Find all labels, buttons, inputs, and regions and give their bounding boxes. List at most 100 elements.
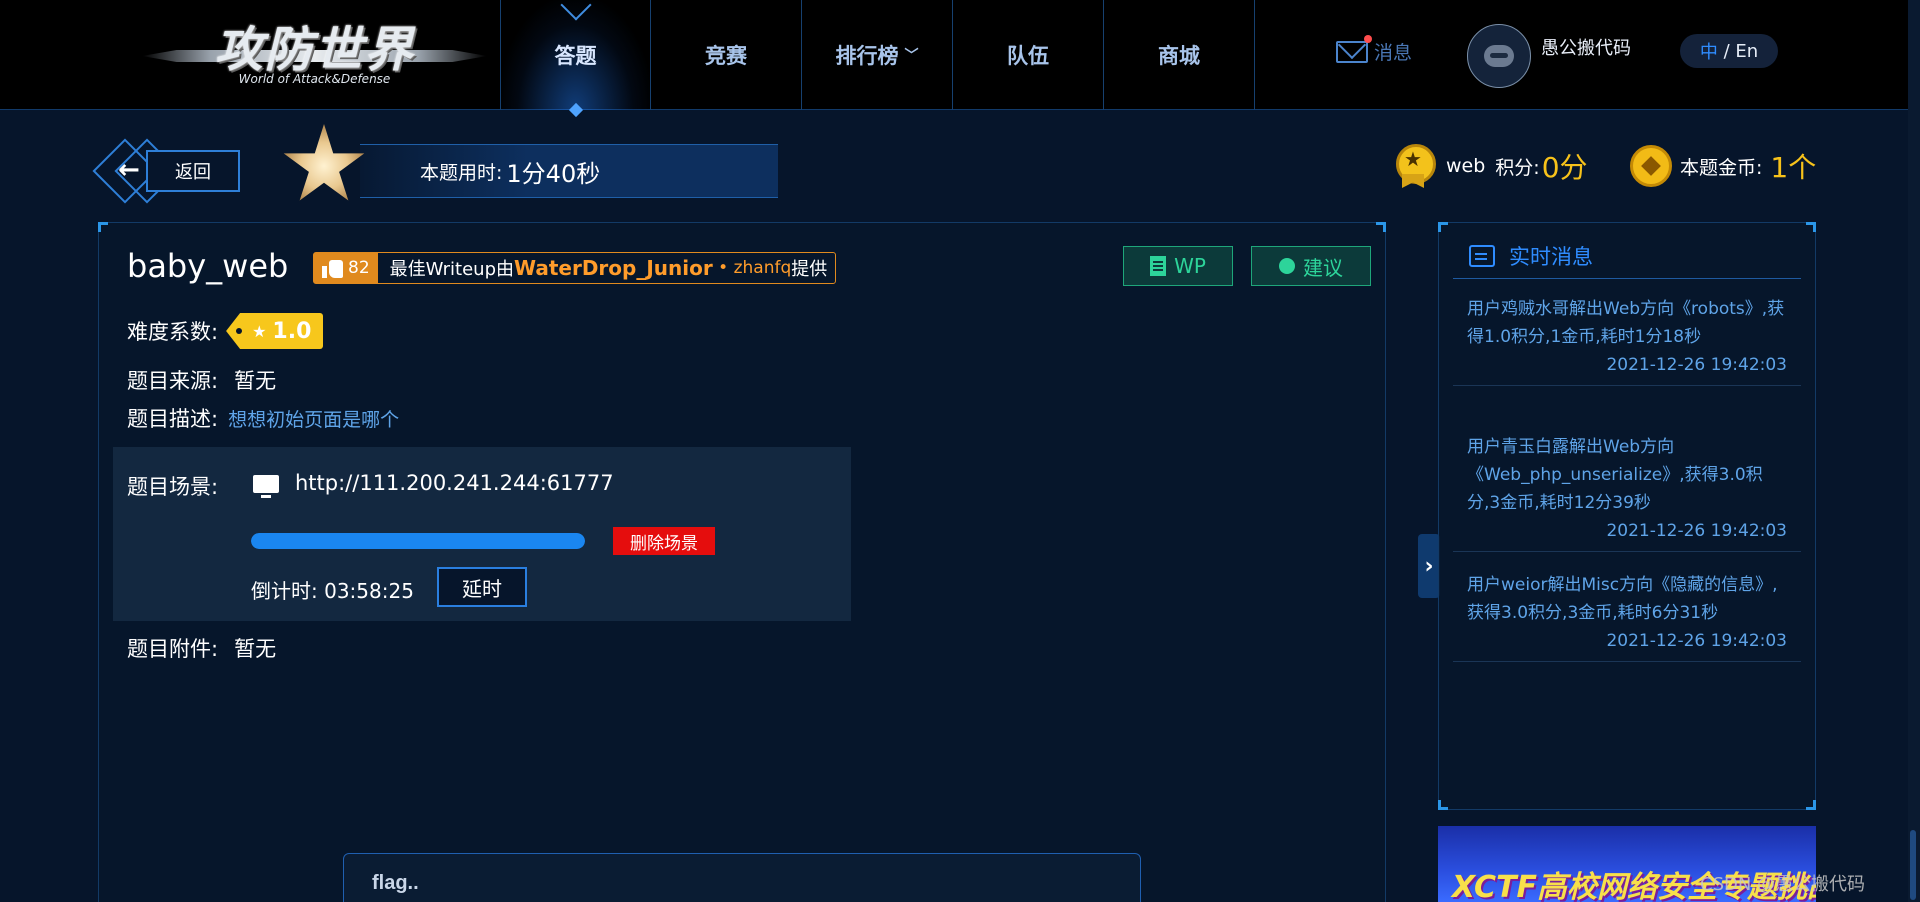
source-label: 题目来源: bbox=[127, 369, 219, 393]
difficulty-row: 难度系数: ★ 1.0 bbox=[127, 313, 324, 349]
corner-decoration bbox=[1376, 222, 1386, 232]
scene-progress-bar bbox=[251, 533, 585, 549]
logo-subtitle: World of Attack&Defense bbox=[238, 72, 391, 86]
countdown: 倒计时: 03:58:25 bbox=[251, 575, 414, 604]
nav-item-label: 排行榜 bbox=[835, 44, 899, 68]
medal-icon bbox=[1394, 144, 1436, 188]
lightbulb-icon bbox=[1279, 258, 1295, 274]
like-count: 82 bbox=[348, 258, 370, 278]
nav-item-competition[interactable]: 竞赛 bbox=[651, 0, 802, 110]
attachment-value: 暂无 bbox=[234, 637, 277, 661]
time-used-bar: 本题用时: 1分40秒 bbox=[360, 144, 778, 198]
username: 愚公搬代码 bbox=[1541, 38, 1631, 59]
lang-separator: / bbox=[1717, 40, 1736, 62]
news-text: 用户青玉白露解出Web方向《Web_php_unserialize》,获得3.0… bbox=[1467, 437, 1763, 513]
suggest-button[interactable]: 建议 bbox=[1251, 246, 1371, 286]
time-used-value: 1分40秒 bbox=[506, 159, 601, 188]
arrow-left-icon: ← bbox=[118, 155, 140, 185]
avatar[interactable] bbox=[1467, 24, 1531, 88]
main-nav: 答题 竞赛 排行榜 ﹀ 队伍 商城 bbox=[500, 0, 1255, 110]
nav-item-answer[interactable]: 答题 bbox=[500, 0, 651, 110]
countdown-value: 03:58:25 bbox=[324, 579, 414, 603]
news-header: 实时消息 bbox=[1453, 233, 1801, 279]
score-label: 积分: bbox=[1495, 156, 1540, 179]
best-writeup-banner[interactable]: 82 最佳Writeup由 WaterDrop_Junior • zhanfq … bbox=[313, 252, 837, 284]
writeup-separator: • bbox=[712, 258, 734, 278]
delay-button[interactable]: 延时 bbox=[437, 567, 527, 607]
collapse-panel-toggle[interactable]: › bbox=[1418, 534, 1440, 598]
news-time: 2021-12-26 19:42:03 bbox=[1606, 631, 1787, 651]
nav-item-shop[interactable]: 商城 bbox=[1104, 0, 1255, 110]
logo-title: 攻防世界 bbox=[214, 22, 415, 78]
document-icon bbox=[1150, 256, 1167, 276]
top-nav-bar: 攻防世界 World of Attack&Defense 答题 竞赛 排行榜 ﹀… bbox=[0, 0, 1920, 110]
page-scrollbar[interactable] bbox=[1908, 0, 1920, 902]
site-logo[interactable]: 攻防世界 World of Attack&Defense bbox=[142, 18, 487, 92]
wp-label: WP bbox=[1174, 254, 1206, 278]
suggest-label: 建议 bbox=[1303, 255, 1343, 280]
news-item: 用户weior解出Misc方向《隐藏的信息》,获得3.0积分,3金币,耗时6分3… bbox=[1453, 557, 1801, 662]
active-indicator-icon bbox=[559, 0, 592, 21]
task-panel: baby_web 82 最佳Writeup由 WaterDrop_Junior … bbox=[98, 222, 1386, 902]
nav-item-label: 答题 bbox=[554, 44, 597, 68]
thumbs-up-icon bbox=[322, 258, 344, 278]
attachment-row: 题目附件: 暂无 bbox=[127, 633, 276, 663]
countdown-label: 倒计时: bbox=[251, 579, 318, 603]
coin-value: 1个 bbox=[1770, 151, 1817, 184]
messages-label: 消息 bbox=[1374, 42, 1413, 64]
category-label: web bbox=[1446, 155, 1486, 177]
mail-icon bbox=[1336, 34, 1372, 63]
news-text: 用户鸡贼水哥解出Web方向《robots》,获得1.0积分,1金币,耗时1分18… bbox=[1467, 299, 1785, 347]
messages-link[interactable]: 消息 bbox=[1336, 34, 1413, 65]
coin-label: 本题金币: bbox=[1680, 156, 1763, 179]
news-time: 2021-12-26 19:42:03 bbox=[1606, 355, 1787, 375]
chevron-down-icon: ﹀ bbox=[904, 48, 919, 64]
corner-decoration bbox=[1806, 800, 1816, 810]
difficulty-label: 难度系数: bbox=[127, 320, 219, 344]
nav-item-leaderboard[interactable]: 排行榜 ﹀ bbox=[802, 0, 953, 110]
language-switch[interactable]: 中 / En bbox=[1680, 34, 1778, 68]
news-title: 实时消息 bbox=[1509, 244, 1593, 269]
score-value: 0分 bbox=[1541, 151, 1588, 184]
scene-url-link[interactable]: http://111.200.241.244:61777 bbox=[295, 471, 614, 495]
star-badge-icon bbox=[283, 124, 365, 201]
difficulty-tag: ★ 1.0 bbox=[226, 313, 324, 349]
avatar-icon bbox=[1484, 45, 1514, 67]
lang-en[interactable]: En bbox=[1735, 41, 1758, 62]
coin-display: 本题金币: 1个 bbox=[1630, 145, 1816, 187]
writeup-suffix: 提供 bbox=[791, 259, 828, 280]
watermark: CSDN @愚公搬代码 bbox=[1700, 874, 1866, 895]
chat-icon bbox=[1469, 244, 1495, 267]
nav-item-label: 竞赛 bbox=[705, 44, 747, 68]
corner-decoration bbox=[1438, 800, 1448, 810]
live-news-panel: 实时消息 用户鸡贼水哥解出Web方向《robots》,获得1.0积分,1金币,耗… bbox=[1438, 222, 1816, 810]
news-time: 2021-12-26 19:42:03 bbox=[1606, 521, 1787, 541]
back-button[interactable]: ← 返回 bbox=[92, 138, 243, 204]
news-text: 用户weior解出Misc方向《隐藏的信息》,获得3.0积分,3金币,耗时6分3… bbox=[1467, 575, 1778, 623]
score-display: web 积分: 0分 bbox=[1394, 144, 1588, 188]
user-menu[interactable]: 愚公搬代码 bbox=[1467, 24, 1631, 88]
writeup-coauthor[interactable]: zhanfq bbox=[734, 258, 792, 278]
attachment-label: 题目附件: bbox=[127, 637, 219, 661]
nav-item-team[interactable]: 队伍 bbox=[953, 0, 1104, 110]
writeup-prefix: 最佳Writeup由 bbox=[389, 259, 514, 280]
corner-decoration bbox=[1438, 222, 1448, 232]
scene-progress-fill bbox=[251, 533, 585, 549]
description-row: 题目描述: 想想初始页面是哪个 bbox=[127, 403, 399, 433]
corner-decoration bbox=[98, 222, 108, 232]
scene-label: 题目场景: bbox=[127, 475, 219, 499]
corner-decoration bbox=[1806, 222, 1816, 232]
chevron-right-icon: › bbox=[1424, 553, 1434, 579]
flag-input[interactable] bbox=[343, 853, 1141, 902]
delete-scene-button[interactable]: 删除场景 bbox=[613, 527, 715, 555]
coin-icon bbox=[1630, 145, 1672, 187]
wp-button[interactable]: WP bbox=[1123, 246, 1233, 286]
news-item: 用户鸡贼水哥解出Web方向《robots》,获得1.0积分,1金币,耗时1分18… bbox=[1453, 281, 1801, 386]
monitor-icon bbox=[253, 475, 279, 498]
scrollbar-thumb[interactable] bbox=[1910, 830, 1916, 900]
lang-zh[interactable]: 中 bbox=[1700, 38, 1718, 64]
like-badge[interactable]: 82 bbox=[314, 253, 378, 283]
nav-item-label: 商城 bbox=[1158, 44, 1200, 68]
description-value: 想想初始页面是哪个 bbox=[228, 408, 400, 431]
writeup-author[interactable]: WaterDrop_Junior bbox=[514, 256, 713, 280]
